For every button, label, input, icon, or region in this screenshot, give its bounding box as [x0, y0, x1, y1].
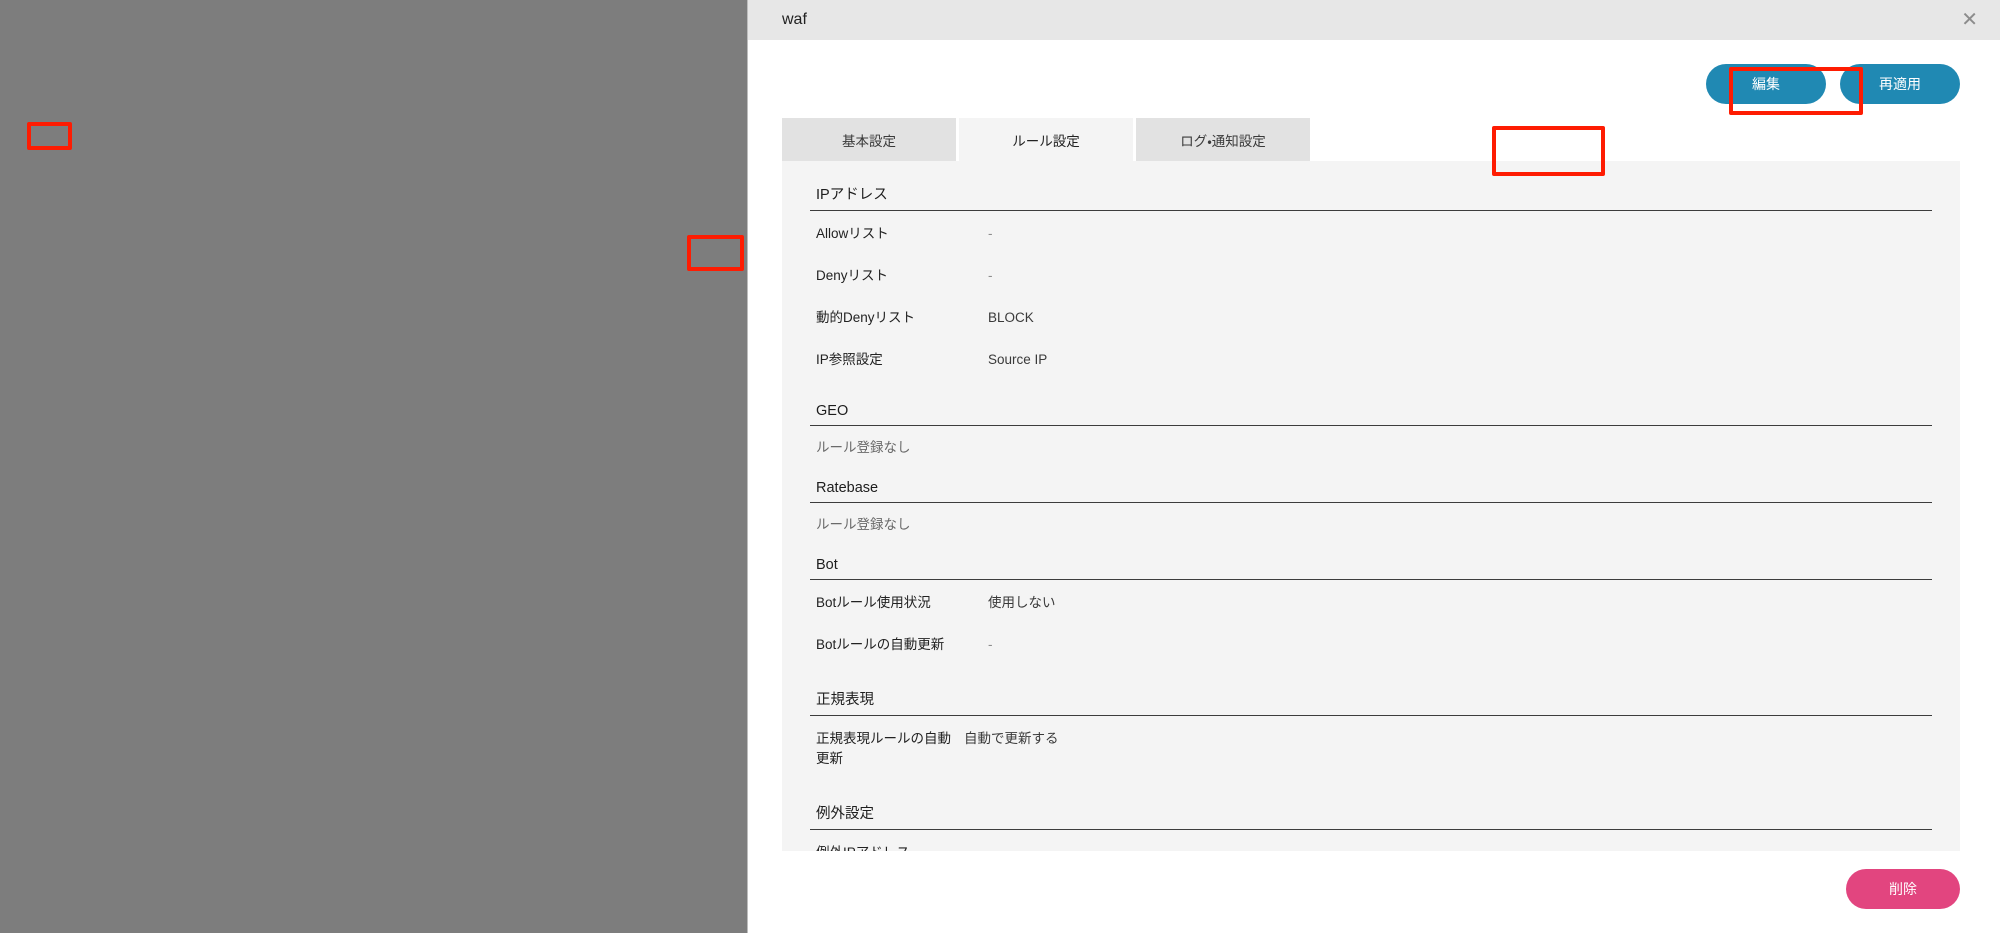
section-ratebase: Ratebase ルール登録なし — [810, 480, 1932, 533]
sidebar-item-waf[interactable]: WAF — [0, 144, 184, 170]
section-empty-text: ルール登録なし — [816, 440, 911, 455]
panel-footer: 削除 — [748, 851, 2000, 933]
sidebar: Waf Charm Dashboard Config WAF Credentia… — [0, 0, 185, 933]
row-status-cell — [634, 259, 688, 314]
section-regex: 正規表現 正規表現ルールの自動更新 自動で更新する — [810, 688, 1932, 778]
sidebar-item-credential[interactable]: Credential — [0, 170, 184, 196]
section-bot: Bot Botルール使用状況 使用しない Botルールの自動更新 - — [810, 557, 1932, 664]
edit-button[interactable]: 編集 — [1706, 64, 1826, 104]
section-title: Bot — [810, 557, 1932, 580]
field-label: Denyリスト — [816, 268, 889, 283]
field-ip-reference-setting: IP参照設定 Source IP — [810, 337, 1932, 379]
field-deny-list: Denyリスト - — [810, 253, 1932, 295]
waf-detail-panel: waf ✕ 編集 再適用 基本設定 ルール設定 ログ・通知設定 IPアドレス A… — [747, 0, 2000, 933]
section-title: 例外設定 — [810, 802, 1932, 830]
section-title: IPアドレス — [810, 183, 1932, 211]
shield-check-icon — [652, 276, 670, 295]
field-value: - — [988, 226, 993, 241]
field-label: IP参照設定 — [816, 352, 883, 367]
field-value: 自動で更新する — [964, 731, 1059, 746]
section-title: Ratebase — [810, 480, 1932, 503]
field-exception-ip-address: 例外IPアドレス - — [810, 830, 1932, 851]
panel-title: waf — [782, 11, 807, 28]
panel-header: waf ✕ — [748, 0, 2000, 40]
sidebar-subitem-label: Web Monitoring — [48, 201, 146, 217]
field-label: 正規表現ルールの自動更新 — [816, 731, 951, 766]
sidebar-nav: Dashboard Config WAF Credential Web Moni… — [0, 62, 184, 319]
sidebar-item-label: Dashboard — [48, 83, 122, 100]
section-ip-address: IPアドレス Allowリスト - Denyリスト - 動的Denyリスト BL… — [810, 183, 1932, 379]
sidebar-item-web-monitoring[interactable]: Web Monitoring — [0, 196, 184, 222]
field-value: - — [988, 637, 993, 652]
section-exception: 例外設定 例外IPアドレス - — [810, 802, 1932, 851]
field-value: - — [988, 268, 993, 283]
sidebar-subitem-label: Log — [48, 272, 72, 288]
app-root: Waf Charm Dashboard Config WAF Credentia… — [0, 0, 2000, 933]
sidebar-subitem-label: Credential — [48, 175, 112, 191]
rule-settings-content: IPアドレス Allowリスト - Denyリスト - 動的Denyリスト BL… — [782, 161, 1960, 851]
tab-log-notification-settings[interactable]: ログ・通知設定 — [1136, 118, 1310, 161]
field-label: Allowリスト — [816, 226, 889, 241]
panel-tabs: 基本設定 ルール設定 ログ・通知設定 — [748, 118, 2000, 161]
field-label: 例外IPアドレス — [816, 841, 988, 851]
tab-basic-settings[interactable]: 基本設定 — [782, 118, 956, 161]
brand-name-part2: Charm — [77, 15, 162, 46]
sidebar-item-analytics[interactable]: Analytics — [0, 232, 184, 267]
field-bot-rule-usage: Botルール使用状況 使用しない — [810, 580, 1932, 622]
brand-dot-icon — [70, 22, 77, 29]
section-geo: GEO ルール登録なし — [810, 403, 1932, 456]
field-allow-list: Allowリスト - — [810, 211, 1932, 253]
delete-button[interactable]: 削除 — [1846, 869, 1960, 909]
sidebar-item-dashboard[interactable]: Dashboard — [0, 74, 184, 109]
section-empty-text: ルール登録なし — [816, 517, 911, 532]
field-label: Botルール使用状況 — [816, 595, 931, 610]
sidebar-item-report[interactable]: Report — [0, 293, 184, 319]
sidebar-subitem-label: WAF — [48, 149, 79, 165]
field-value: BLOCK — [988, 310, 1034, 325]
page-title: WAF — [201, 49, 239, 69]
field-label: 動的Denyリスト — [816, 310, 916, 325]
sidebar-item-log[interactable]: Log — [0, 267, 184, 293]
field-value: Source IP — [988, 352, 1048, 367]
reapply-button[interactable]: 再適用 — [1840, 64, 1960, 104]
tab-rule-settings[interactable]: ルール設定 — [959, 118, 1133, 161]
gear-icon — [20, 118, 39, 135]
panel-action-bar: 編集 再適用 — [748, 40, 2000, 118]
section-title: 正規表現 — [810, 688, 1932, 716]
field-dynamic-deny-list: 動的Denyリスト BLOCK — [810, 295, 1932, 337]
sidebar-subitem-label: Report — [48, 298, 91, 314]
field-bot-rule-auto-update: Botルールの自動更新 - — [810, 622, 1932, 664]
brand-logo[interactable]: Waf Charm — [0, 0, 184, 62]
column-header-status — [634, 211, 688, 259]
section-title: GEO — [810, 403, 1932, 426]
dashboard-icon — [20, 83, 37, 100]
sidebar-item-label: Analytics — [48, 241, 109, 258]
close-icon[interactable]: ✕ — [1961, 10, 1978, 30]
sidebar-item-config[interactable]: Config — [0, 109, 184, 144]
sidebar-item-label: Config — [48, 118, 92, 135]
field-label: Botルールの自動更新 — [816, 637, 945, 652]
brand-name-part1: Waf — [22, 15, 70, 46]
analytics-icon — [20, 241, 37, 258]
field-regex-rule-auto-update: 正規表現ルールの自動更新 自動で更新する — [810, 716, 1932, 778]
field-value: 使用しない — [988, 595, 1056, 610]
